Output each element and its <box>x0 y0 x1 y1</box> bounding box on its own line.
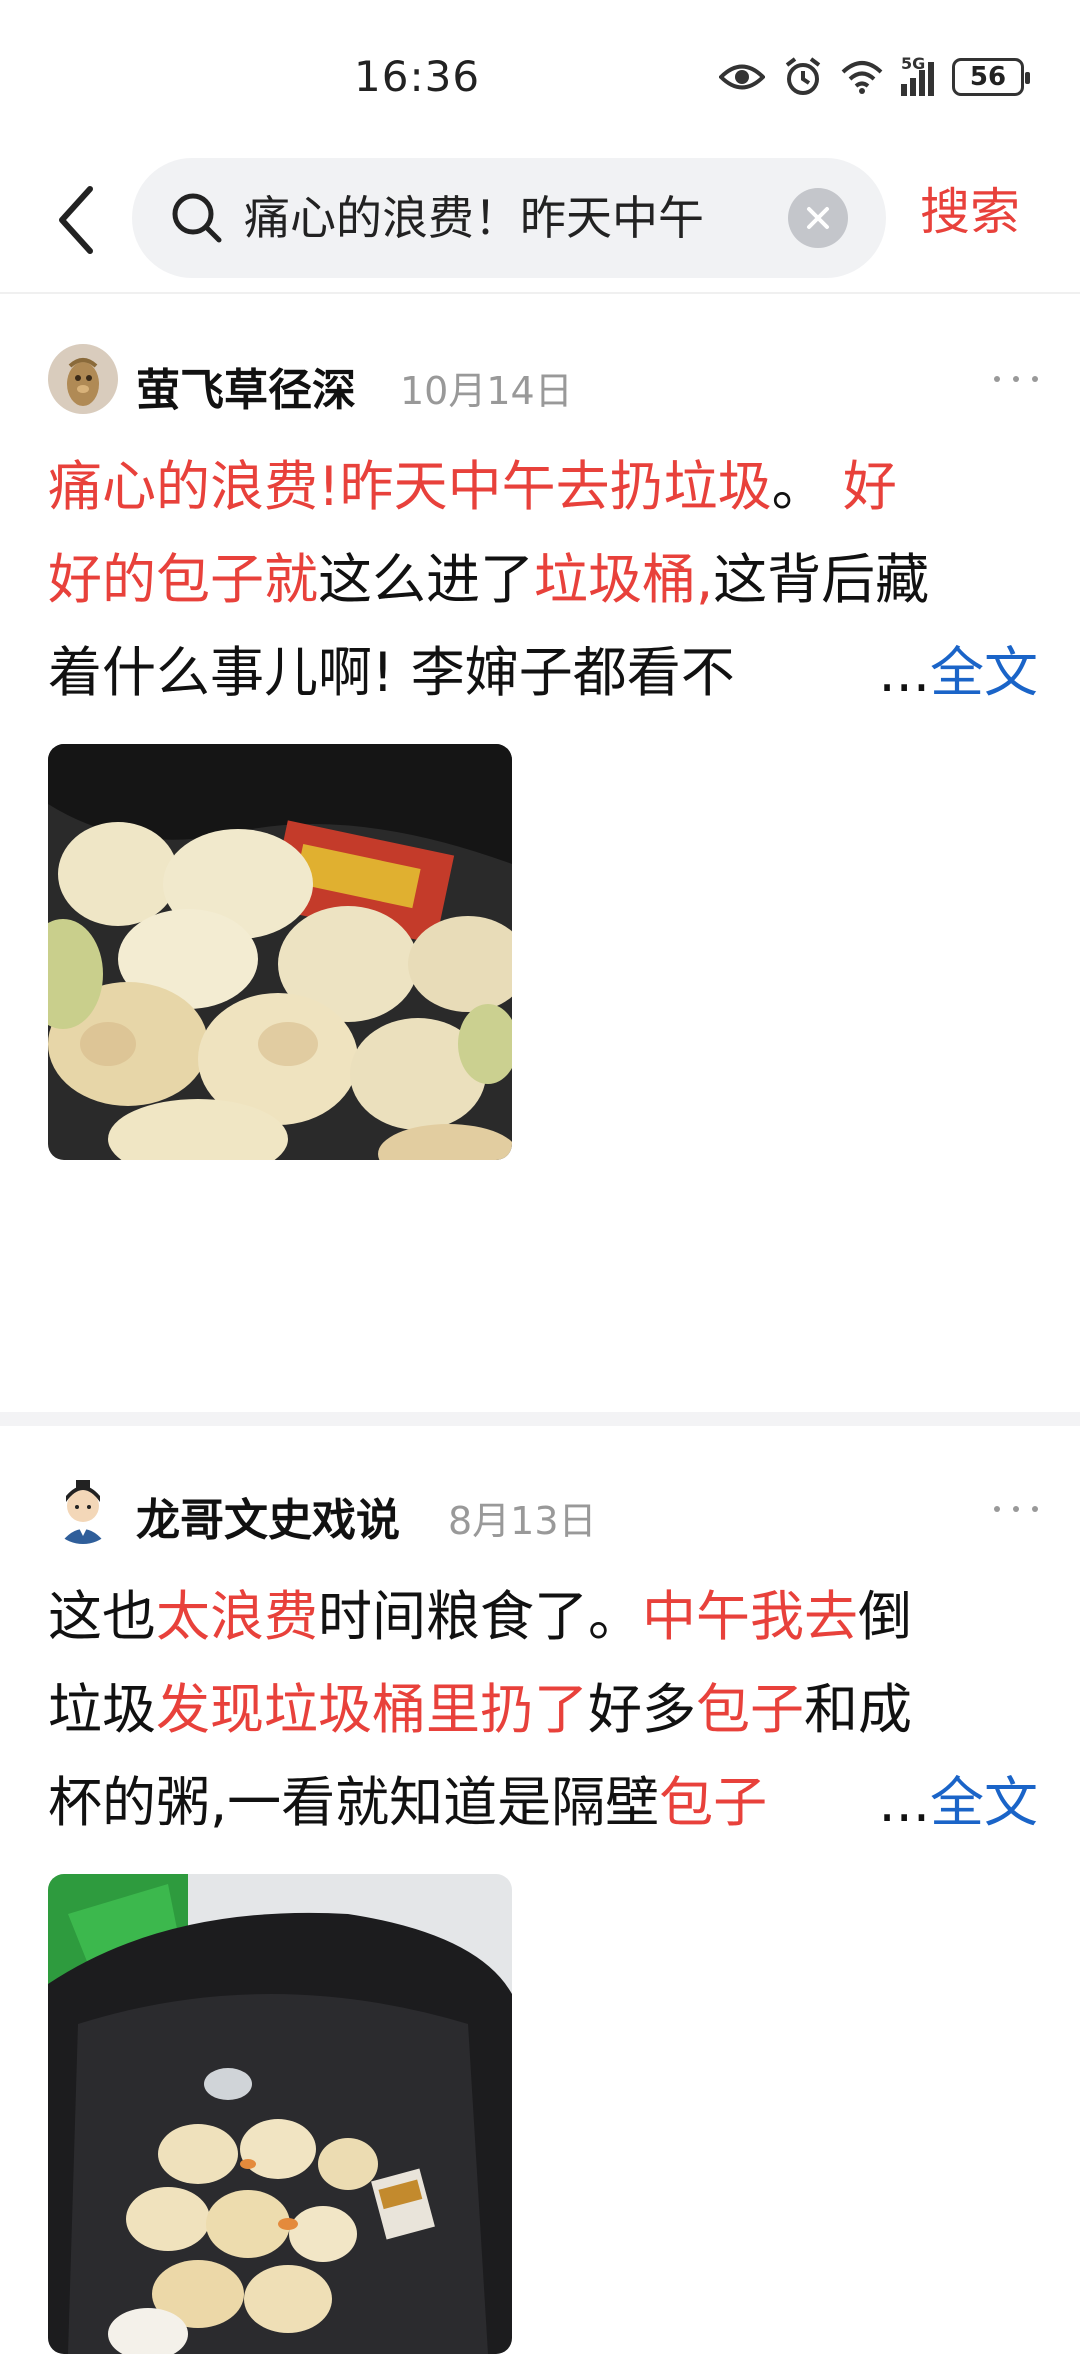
text-segment: 着什么事儿啊! 李婶子都看不 <box>48 641 735 704</box>
network-type: 5G <box>901 54 926 73</box>
read-more-link[interactable]: 全文 <box>930 641 1038 704</box>
post-image[interactable] <box>48 1874 512 2354</box>
text-segment: 时间粮食了。 <box>318 1585 642 1648</box>
more-options-button[interactable] <box>994 364 1038 394</box>
text-highlight: 痛心的浪费!昨天中午去扔垃圾 <box>48 455 772 518</box>
status-icons: 5G 56 <box>719 52 1030 102</box>
post-image[interactable] <box>48 744 512 1160</box>
text-highlight: 包子 <box>696 1678 804 1741</box>
ellipsis: ... <box>878 641 931 704</box>
post-header: 萤飞草径深 10月14日 <box>48 344 1038 424</box>
dot <box>994 376 1000 382</box>
chevron-left-icon <box>59 186 93 254</box>
text-line: 好的包子就这么进了垃圾桶,这背后藏 <box>48 533 1038 626</box>
battery-level: 56 <box>969 62 1007 92</box>
header-divider <box>0 292 1080 294</box>
read-more-group: ...全文 <box>879 1756 1039 1849</box>
search-submit-button[interactable]: 搜索 <box>920 182 1020 242</box>
read-more-group: ...全文 <box>879 626 1039 719</box>
alarm-icon <box>785 57 821 95</box>
author-name[interactable]: 萤飞草径深 <box>136 354 356 418</box>
avatar[interactable] <box>48 344 118 414</box>
search-box[interactable]: 痛心的浪费！昨天中午 <box>132 158 886 278</box>
text-segment: 。 <box>771 455 843 518</box>
section-separator <box>0 1412 1080 1426</box>
dot <box>1013 376 1019 382</box>
status-bar: 16:36 5G 56 <box>0 0 1080 150</box>
text-segment: 倒 <box>858 1585 912 1648</box>
avatar-image <box>48 344 118 414</box>
cellular-signal-icon: 5G <box>901 54 934 96</box>
post-text[interactable]: 痛心的浪费!昨天中午去扔垃圾。 好 好的包子就这么进了垃圾桶,这背后藏 着什么事… <box>48 440 1038 719</box>
text-segment: 垃圾 <box>48 1678 156 1741</box>
more-options-button[interactable] <box>994 1494 1038 1524</box>
text-line: 着什么事儿啊! 李婶子都看不 ...全文 <box>48 626 1038 719</box>
text-line: 这也太浪费时间粮食了。中午我去倒 <box>48 1570 1038 1663</box>
dot <box>994 1506 1000 1512</box>
wifi-icon <box>841 61 883 94</box>
clear-search-button[interactable] <box>788 188 848 248</box>
text-highlight: 垃圾桶, <box>534 548 714 611</box>
status-time: 16:36 <box>354 52 481 101</box>
image-steamed-buns-in-trash <box>48 744 512 1160</box>
close-icon <box>807 207 829 229</box>
post-card[interactable]: 萤飞草径深 10月14日 痛心的浪费!昨天中午去扔垃圾。 好 好的包子就这么进了… <box>0 344 1080 1364</box>
text-line: 垃圾发现垃圾桶里扔了好多包子和成 <box>48 1663 1038 1756</box>
text-segment: 这背后藏 <box>713 548 930 611</box>
text-segment: 和成 <box>804 1678 912 1741</box>
search-icon <box>172 193 222 243</box>
ellipsis: ... <box>878 1771 931 1834</box>
dot <box>1032 1506 1038 1512</box>
text-segment: 这么进了 <box>318 548 534 611</box>
text-segment: 这也 <box>48 1585 156 1648</box>
battery-indicator: 56 <box>952 58 1030 96</box>
text-highlight: 太浪费 <box>156 1585 318 1648</box>
back-button[interactable] <box>46 180 106 260</box>
text-highlight: 好 <box>842 455 897 518</box>
post-text[interactable]: 这也太浪费时间粮食了。中午我去倒 垃圾发现垃圾桶里扔了好多包子和成 杯的粥,一看… <box>48 1570 1038 1849</box>
post-header: 龙哥文史戏说 8月13日 <box>48 1474 1038 1554</box>
text-highlight: 中午我去 <box>642 1585 858 1648</box>
read-more-link[interactable]: 全文 <box>930 1771 1038 1834</box>
text-line: 杯的粥,一看就知道是隔壁包子 ...全文 <box>48 1756 1038 1849</box>
post-date: 8月13日 <box>448 1499 597 1543</box>
text-segment: 好多 <box>588 1678 696 1741</box>
search-header: 痛心的浪费！昨天中午 搜索 <box>0 150 1080 290</box>
avatar[interactable] <box>48 1474 118 1544</box>
text-highlight: 包子 <box>659 1771 768 1834</box>
text-line: 痛心的浪费!昨天中午去扔垃圾。 好 <box>48 440 1038 533</box>
dot <box>1013 1506 1019 1512</box>
text-segment: 杯的粥,一看就知道是隔壁 <box>48 1771 660 1834</box>
text-highlight: 好的包子就 <box>48 548 318 611</box>
post-card[interactable]: 龙哥文史戏说 8月13日 这也太浪费时间粮食了。中午我去倒 垃圾发现垃圾桶里扔了… <box>0 1474 1080 2354</box>
avatar-image <box>48 1474 118 1544</box>
dot <box>1032 376 1038 382</box>
text-highlight: 发现垃圾桶里扔了 <box>156 1678 588 1741</box>
author-name[interactable]: 龙哥文史戏说 <box>136 1484 400 1548</box>
eye-icon <box>719 64 765 90</box>
post-date: 10月14日 <box>400 369 573 413</box>
image-buns-in-trash-bag <box>48 1874 512 2354</box>
